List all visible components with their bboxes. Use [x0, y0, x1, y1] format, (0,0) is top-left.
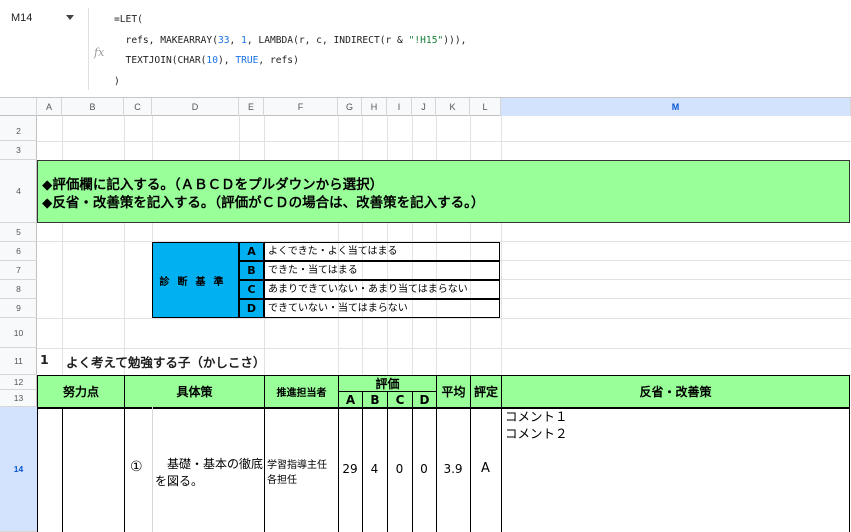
header-average[interactable]: 平均	[436, 375, 471, 408]
cell-border	[264, 407, 265, 532]
person-line-2: 各担任	[267, 475, 297, 486]
formula-bar-divider	[88, 8, 89, 90]
name-box-reference: M14	[11, 12, 33, 24]
row-header-4[interactable]: 4	[0, 160, 37, 223]
row-header-11[interactable]: 11	[0, 348, 37, 375]
criteria-letter-b[interactable]: B	[239, 261, 264, 280]
header-effort[interactable]: 努力点	[37, 375, 125, 408]
criteria-desc-a[interactable]: よくできた・よく当てはまる	[264, 242, 500, 261]
row-header-3[interactable]: 3	[0, 141, 37, 160]
header-reflection[interactable]: 反省・改善策	[501, 375, 850, 408]
header-eval-a[interactable]: A	[338, 391, 363, 408]
rating-cell[interactable]: A	[470, 461, 501, 476]
comment-line-1: コメント１	[505, 409, 568, 424]
banner-line-1: ◆評価欄に記入する。（ＡＢＣＤをプルダウンから選択）	[42, 177, 384, 193]
column-header-e[interactable]: E	[239, 98, 264, 116]
row-header-bar: 2 3 4 5 6 7 8 9 10 11 12 13 14	[0, 116, 37, 532]
column-header-m[interactable]: M	[501, 98, 851, 116]
header-person[interactable]: 推進担当者	[264, 375, 339, 408]
row-header-6[interactable]: 6	[0, 242, 37, 261]
formula-line: )	[114, 75, 120, 87]
criteria-desc-c[interactable]: あまりできていない・あまり当てはまらない	[264, 280, 500, 299]
cell-border	[152, 407, 153, 532]
column-header-j[interactable]: J	[412, 98, 436, 116]
criteria-letter-a[interactable]: A	[239, 242, 264, 261]
column-header-b[interactable]: B	[62, 98, 124, 116]
instruction-banner[interactable]: ◆評価欄に記入する。（ＡＢＣＤをプルダウンから選択） ◆反省・改善策を記入する。…	[37, 160, 850, 223]
comment-line-2: コメント２	[505, 426, 568, 441]
comment-cell[interactable]: コメント１ コメント２	[505, 408, 568, 442]
column-header-h[interactable]: H	[362, 98, 387, 116]
section-number[interactable]: 1	[40, 352, 49, 367]
eval-b-cell[interactable]: 4	[362, 462, 387, 476]
person-cell[interactable]: 学習指導主任 各担任	[267, 458, 327, 488]
measure-number[interactable]: ①	[130, 459, 143, 475]
row-header-13[interactable]: 13	[0, 390, 37, 407]
row-header-5[interactable]: 5	[0, 223, 37, 242]
column-header-k[interactable]: K	[436, 98, 470, 116]
cell-border	[62, 407, 63, 532]
row-header-7[interactable]: 7	[0, 261, 37, 280]
header-evaluation[interactable]: 評価	[338, 375, 437, 392]
row-header-8[interactable]: 8	[0, 280, 37, 299]
column-header-g[interactable]: G	[338, 98, 362, 116]
column-header-i[interactable]: I	[387, 98, 412, 116]
formula-line: TEXTJOIN(CHAR(10), TRUE, refs)	[114, 55, 299, 66]
eval-a-cell[interactable]: 29	[338, 462, 362, 476]
row-header-14[interactable]: 14	[0, 407, 37, 532]
header-eval-d[interactable]: D	[412, 391, 437, 408]
cell-border	[849, 407, 850, 532]
formula-line: refs, MAKEARRAY(33, 1, LAMBDA(r, c, INDI…	[114, 34, 467, 46]
column-header-l[interactable]: L	[470, 98, 501, 116]
column-header-bar: A B C D E F G H I J K L M	[0, 98, 851, 116]
row-header-9[interactable]: 9	[0, 299, 37, 318]
chevron-down-icon[interactable]	[66, 15, 74, 20]
measure-text[interactable]: 基礎・基本の徹底を図る。	[155, 456, 263, 490]
row-header-12[interactable]: 12	[0, 375, 37, 390]
section-title[interactable]: よく考えて勉強する子（かしこさ）	[66, 352, 265, 371]
column-header-f[interactable]: F	[264, 98, 338, 116]
name-box[interactable]: M14	[0, 0, 84, 97]
column-header-c[interactable]: C	[124, 98, 152, 116]
banner-line-2: ◆反省・改善策を記入する。（評価がＣＤの場合は、改善策を記入する。）	[42, 195, 485, 211]
header-eval-b[interactable]: B	[362, 391, 388, 408]
person-line-1: 学習指導主任	[267, 460, 327, 471]
cell-border	[501, 407, 502, 532]
header-measures[interactable]: 具体策	[124, 375, 265, 408]
average-cell[interactable]: 3.9	[436, 462, 470, 476]
criteria-desc-b[interactable]: できた・当てはまる	[264, 261, 500, 280]
criteria-letter-c[interactable]: C	[239, 280, 264, 299]
eval-d-cell[interactable]: 0	[412, 462, 436, 476]
header-rating[interactable]: 評定	[470, 375, 502, 408]
column-header-d[interactable]: D	[152, 98, 239, 116]
criteria-label[interactable]: 診断基準	[152, 242, 239, 318]
column-header-a[interactable]: A	[37, 98, 62, 116]
criteria-desc-d[interactable]: できていない・当てはまらない	[264, 299, 500, 318]
row-header-2[interactable]: 2	[0, 122, 37, 141]
eval-c-cell[interactable]: 0	[387, 462, 412, 476]
criteria-letter-d[interactable]: D	[239, 299, 264, 318]
formula-input[interactable]: =LET( refs, MAKEARRAY(33, 1, LAMBDA(r, c…	[114, 10, 466, 92]
formula-line: =LET(	[114, 14, 143, 25]
select-all-corner[interactable]	[0, 98, 37, 116]
function-icon: fx	[94, 46, 105, 59]
row-header-10[interactable]: 10	[0, 318, 37, 348]
header-eval-c[interactable]: C	[387, 391, 413, 408]
cell-border	[124, 407, 125, 532]
